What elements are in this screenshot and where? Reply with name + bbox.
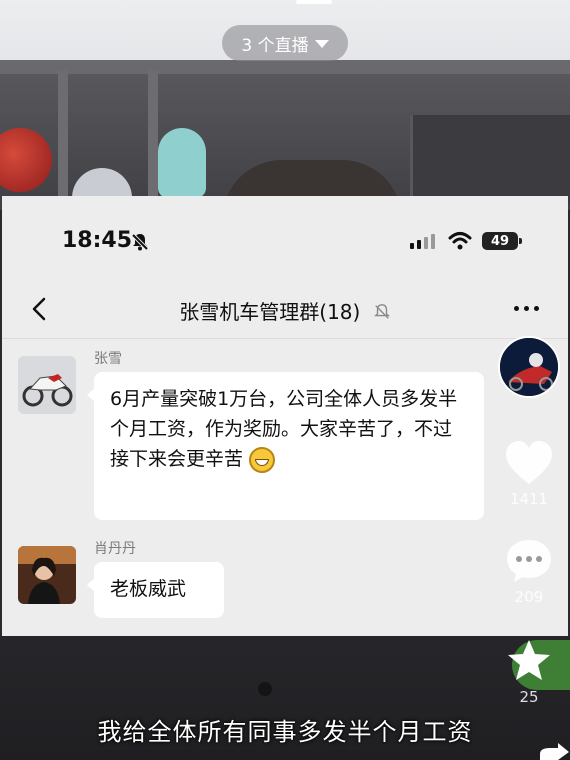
cellular-signal-icon [410,234,435,249]
shelf-divider [148,70,158,200]
grinning-emoji-icon [249,446,276,473]
shelf-divider [58,70,68,200]
active-tab-indicator [296,0,332,4]
message-bubble[interactable]: 老板威武 [87,562,224,618]
chat-nav-bar: 张雪机车管理群(18) [2,286,568,336]
avatar[interactable] [18,546,76,604]
sender-name: 张雪 [94,351,122,367]
like-count: 1411 [509,490,549,508]
wifi-icon [448,232,472,250]
cabinet [410,115,570,205]
video-caption: 我给全体所有同事多发半个月工资 [97,718,473,746]
favorite-count: 25 [519,688,539,706]
message-text: 6月产量突破1万台，公司全体人员多发半个月工资，作为奖励。大家辛苦了，不过接下来… [110,388,458,470]
message-text: 老板威武 [110,578,187,600]
chat-title-text: 张雪机车管理群(18) [179,300,361,324]
avatar[interactable] [18,356,76,414]
chat-title: 张雪机车管理群(18) [2,296,568,325]
live-count-label: 3 个直播 [241,35,309,56]
message-bubble[interactable]: 6月产量突破1万台，公司全体人员多发半个月工资，作为奖励。大家辛苦了，不过接下来… [87,372,484,520]
heart-icon [506,441,552,484]
live-count-selector[interactable]: 3 个直播 [222,25,348,61]
nav-divider [2,338,568,339]
status-time: 18:45 [62,228,133,253]
battery-icon: 49 [482,232,522,250]
creator-avatar[interactable] [498,336,560,398]
racer-avatar-icon [500,338,558,396]
comment-count: 209 [514,588,544,606]
favorite-button[interactable]: 25 [500,638,558,706]
sender-name: 肖丹丹 [94,541,136,557]
battery-level: 49 [490,233,510,249]
bell-muted-icon [131,233,149,251]
comment-icon [507,540,551,582]
chat-screenshot: 18:45 49 张雪机车管理群(18) 张雪 6月产量突破1万台，公司全体人员… [2,196,568,636]
caret-down-icon [314,40,329,48]
like-button[interactable]: 1411 [500,440,558,508]
more-options-icon[interactable] [514,306,539,311]
phone-status-bar: 18:45 49 [2,196,568,286]
star-icon [508,640,550,680]
mute-bell-icon [373,304,390,319]
comment-button[interactable]: 209 [500,538,558,606]
shelf-board [0,60,570,74]
teal-figurine [158,128,206,198]
person-avatar-icon [18,546,76,604]
shirt-button [258,682,272,696]
motorcycle-avatar-icon [18,356,76,414]
